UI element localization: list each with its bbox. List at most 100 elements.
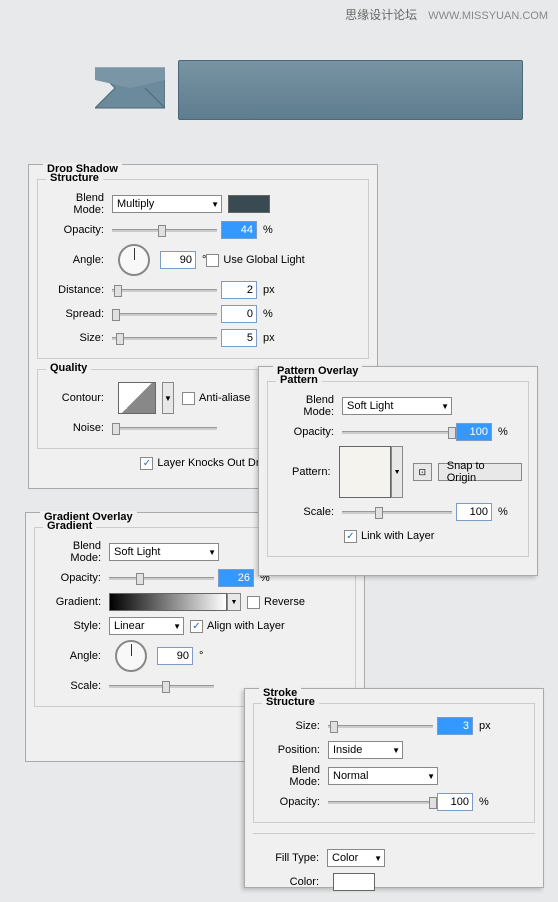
new-pattern-button[interactable]: ⊡ xyxy=(413,463,432,481)
percent-unit: % xyxy=(479,796,489,808)
opacity-input[interactable] xyxy=(221,221,257,239)
structure-fieldset: Structure Blend Mode: Multiply▼ Opacity:… xyxy=(37,179,369,359)
contour-preview[interactable] xyxy=(118,382,156,414)
percent-unit: % xyxy=(498,506,508,518)
spread-slider[interactable] xyxy=(112,305,217,323)
style-label: Style: xyxy=(41,620,109,632)
pattern-preview[interactable] xyxy=(339,446,392,498)
blend-mode-select[interactable]: Soft Light▼ xyxy=(342,397,452,415)
gradient-label: Gradient xyxy=(43,520,96,532)
use-global-light-label: Use Global Light xyxy=(223,254,304,266)
gradient-swatch[interactable] xyxy=(109,593,227,611)
opacity-slider[interactable] xyxy=(109,569,214,587)
scale-slider[interactable] xyxy=(342,503,452,521)
angle-input[interactable] xyxy=(160,251,196,269)
opacity-slider[interactable] xyxy=(328,793,433,811)
knockout-checkbox[interactable]: ✓ xyxy=(140,457,153,470)
opacity-slider[interactable] xyxy=(112,221,217,239)
reverse-label: Reverse xyxy=(264,596,305,608)
blend-mode-label: Blend Mode: xyxy=(44,192,112,216)
opacity-label: Opacity: xyxy=(274,426,342,438)
structure-fieldset: Structure Size: px Position: Inside▼ Ble… xyxy=(253,703,535,823)
blend-mode-label: Blend Mode: xyxy=(274,394,342,418)
pattern-label: Pattern xyxy=(276,374,322,386)
percent-unit: % xyxy=(263,308,273,320)
chevron-down-icon: ▼ xyxy=(173,622,181,631)
style-select[interactable]: Linear▼ xyxy=(109,617,184,635)
chevron-down-icon: ▼ xyxy=(211,200,219,209)
fill-type-select[interactable]: Color▼ xyxy=(327,849,385,867)
angle-label: Angle: xyxy=(44,254,112,266)
fill-type-label: Fill Type: xyxy=(259,852,327,864)
contour-label: Contour: xyxy=(44,392,112,404)
pattern-picker-label: Pattern: xyxy=(274,466,339,478)
opacity-label: Opacity: xyxy=(260,796,328,808)
blend-mode-select[interactable]: Normal▼ xyxy=(328,767,438,785)
distance-label: Distance: xyxy=(44,284,112,296)
scale-label: Scale: xyxy=(41,680,109,692)
size-slider[interactable] xyxy=(112,329,217,347)
percent-unit: % xyxy=(498,426,508,438)
anti-aliase-checkbox[interactable] xyxy=(182,392,195,405)
pattern-menu-button[interactable]: ▼ xyxy=(391,446,402,498)
chevron-down-icon: ▼ xyxy=(374,854,382,863)
opacity-input[interactable] xyxy=(218,569,254,587)
scale-input[interactable] xyxy=(456,503,492,521)
shadow-color-swatch[interactable] xyxy=(228,195,270,213)
watermark-cn: 思缘设计论坛 xyxy=(345,8,417,22)
px-unit: px xyxy=(263,284,275,296)
px-unit: px xyxy=(479,720,491,732)
angle-dial[interactable] xyxy=(115,640,147,672)
percent-unit: % xyxy=(263,224,273,236)
distance-slider[interactable] xyxy=(112,281,217,299)
angle-dial[interactable] xyxy=(118,244,150,276)
spread-input[interactable] xyxy=(221,305,257,323)
structure-label: Structure xyxy=(46,172,103,184)
banner-graphic xyxy=(178,60,523,120)
color-label: Color: xyxy=(259,876,327,888)
opacity-input[interactable] xyxy=(437,793,473,811)
angle-input[interactable] xyxy=(157,647,193,665)
noise-label: Noise: xyxy=(44,422,112,434)
chevron-down-icon: ▼ xyxy=(392,746,400,755)
opacity-label: Opacity: xyxy=(44,224,112,236)
size-slider[interactable] xyxy=(328,717,433,735)
distance-input[interactable] xyxy=(221,281,257,299)
snap-to-origin-button[interactable]: Snap to Origin xyxy=(438,463,522,481)
noise-slider[interactable] xyxy=(112,419,217,437)
opacity-slider[interactable] xyxy=(342,423,452,441)
use-global-light-checkbox[interactable] xyxy=(206,254,219,267)
align-checkbox[interactable]: ✓ xyxy=(190,620,203,633)
watermark-url: WWW.MISSYUAN.COM xyxy=(428,10,548,22)
align-label: Align with Layer xyxy=(207,620,285,632)
position-select[interactable]: Inside▼ xyxy=(328,741,403,759)
ribbon-tail-graphic xyxy=(95,60,165,120)
scale-slider[interactable] xyxy=(109,677,214,695)
scale-label: Scale: xyxy=(274,506,342,518)
blend-mode-select[interactable]: Soft Light▼ xyxy=(109,543,219,561)
stroke-color-swatch[interactable] xyxy=(333,873,375,891)
chevron-down-icon: ▼ xyxy=(427,772,435,781)
chevron-down-icon: ▼ xyxy=(208,548,216,557)
quality-label: Quality xyxy=(46,362,91,374)
link-with-layer-label: Link with Layer xyxy=(361,530,434,542)
structure-label: Structure xyxy=(262,696,319,708)
blend-mode-label: Blend Mode: xyxy=(260,764,328,788)
blend-mode-select[interactable]: Multiply▼ xyxy=(112,195,222,213)
pattern-fieldset: Pattern Blend Mode: Soft Light▼ Opacity:… xyxy=(267,381,529,557)
reverse-checkbox[interactable] xyxy=(247,596,260,609)
link-with-layer-checkbox[interactable]: ✓ xyxy=(344,530,357,543)
gradient-menu-button[interactable]: ▼ xyxy=(227,593,241,611)
anti-aliase-label: Anti-aliase xyxy=(199,392,250,404)
size-input[interactable] xyxy=(437,717,473,735)
gradient-label: Gradient: xyxy=(41,596,109,608)
contour-menu-button[interactable]: ▼ xyxy=(162,382,174,414)
size-input[interactable] xyxy=(221,329,257,347)
chevron-down-icon: ▼ xyxy=(441,402,449,411)
opacity-input[interactable] xyxy=(456,423,492,441)
px-unit: px xyxy=(263,332,275,344)
position-label: Position: xyxy=(260,744,328,756)
stroke-panel: Stroke Structure Size: px Position: Insi… xyxy=(244,688,544,888)
size-label: Size: xyxy=(44,332,112,344)
watermark: 思缘设计论坛 WWW.MISSYUAN.COM xyxy=(345,6,548,23)
